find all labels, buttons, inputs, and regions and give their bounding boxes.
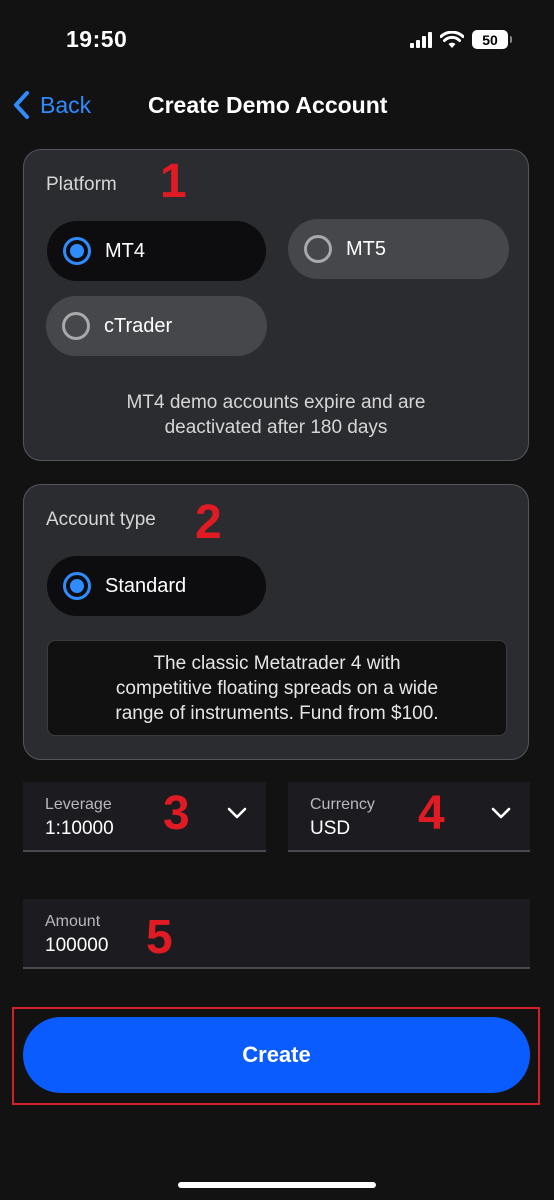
currency-label: Currency: [310, 796, 375, 813]
annotation-marker-3: 3: [163, 787, 190, 840]
home-indicator: [178, 1182, 376, 1188]
description-line: The classic Metatrader 4 with: [153, 652, 401, 674]
cellular-signal-icon: [410, 31, 432, 48]
back-button[interactable]: Back: [12, 90, 91, 120]
annotation-marker-2: 2: [195, 496, 222, 549]
back-label: Back: [40, 91, 92, 118]
platform-option-mt4[interactable]: MT4: [47, 221, 266, 281]
annotation-marker-1: 1: [160, 155, 187, 208]
create-button[interactable]: Create: [23, 1017, 530, 1093]
currency-value: USD: [310, 818, 351, 839]
platform-option-mt5[interactable]: MT5: [288, 219, 509, 279]
chevron-down-icon: [227, 807, 247, 819]
account-type-description: The classic Metatrader 4 with competitiv…: [47, 640, 507, 736]
description-line: range of instruments. Fund from $100.: [115, 702, 439, 724]
leverage-label: Leverage: [45, 796, 112, 813]
platform-label: Platform: [46, 174, 117, 195]
description-line: competitive floating spreads on a wide: [115, 677, 439, 699]
platform-note-line: MT4 demo accounts expire and are: [126, 392, 426, 413]
platform-option-ctrader[interactable]: cTrader: [46, 296, 267, 356]
amount-value[interactable]: 100000: [45, 935, 108, 957]
annotation-marker-5: 5: [146, 911, 173, 964]
platform-option-label: MT4: [105, 239, 145, 262]
platform-card: Platform 1 MT4 MT5 cTrader MT4 demo acco…: [23, 149, 529, 461]
annotation-marker-4: 4: [418, 787, 445, 840]
platform-option-label: cTrader: [104, 314, 173, 337]
leverage-select[interactable]: Leverage 1:10000: [23, 782, 266, 852]
amount-label: Amount: [45, 913, 101, 930]
wifi-icon: [440, 30, 464, 48]
account-type-option-standard[interactable]: Standard: [47, 556, 266, 616]
chevron-down-icon: [491, 807, 511, 819]
currency-select[interactable]: Currency USD: [288, 782, 530, 852]
battery-icon: 50: [472, 30, 512, 49]
radio-selected-icon: [63, 237, 91, 265]
page-title: Create Demo Account: [148, 92, 388, 118]
platform-note-line: deactivated after 180 days: [164, 417, 388, 438]
radio-unselected-icon: [62, 312, 90, 340]
account-type-option-label: Standard: [105, 574, 187, 597]
chevron-left-icon: [14, 91, 29, 119]
radio-unselected-icon: [304, 235, 332, 263]
account-type-card: Account type 2 Standard The classic Meta…: [23, 484, 529, 760]
status-icons: 50: [410, 30, 512, 49]
radio-selected-icon: [63, 572, 91, 600]
leverage-value: 1:10000: [45, 818, 114, 839]
status-time: 19:50: [66, 26, 128, 52]
account-type-label: Account type: [46, 509, 156, 530]
amount-field[interactable]: Amount 100000: [23, 899, 530, 969]
platform-note: MT4 demo accounts expire and are deactiv…: [24, 390, 528, 440]
platform-option-label: MT5: [346, 237, 386, 260]
